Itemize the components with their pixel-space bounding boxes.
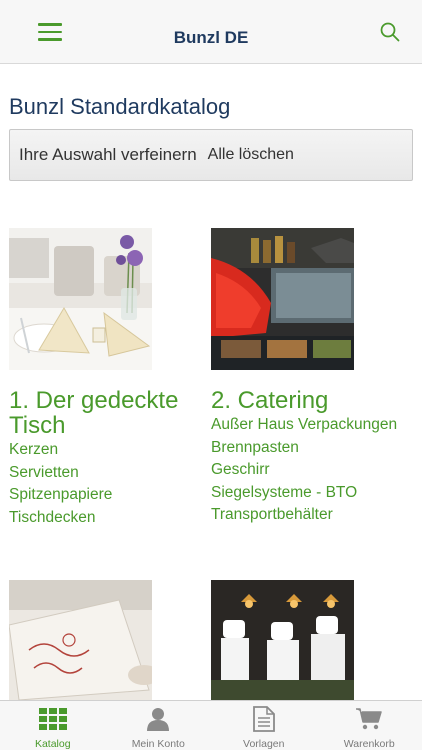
person-icon: [143, 706, 173, 732]
filter-bar[interactable]: Ihre Auswahl verfeinern Alle löschen: [9, 129, 413, 181]
tab-vorlagen[interactable]: Vorlagen: [211, 701, 317, 750]
subcategory-link[interactable]: Geschirr: [211, 459, 411, 482]
grid-icon: [38, 706, 68, 732]
tab-katalog[interactable]: Katalog: [0, 701, 106, 750]
category-image-kitchen[interactable]: [211, 580, 354, 700]
tab-label: Katalog: [34, 738, 71, 750]
category-card-4: [211, 580, 411, 700]
category-image-catering[interactable]: [211, 228, 354, 370]
clear-all-button[interactable]: Alle löschen: [208, 146, 294, 164]
subcategory-link[interactable]: Transportbehälter: [211, 504, 411, 527]
category-title[interactable]: 1. Der gedeckte Tisch: [9, 388, 209, 438]
category-image-table[interactable]: [9, 228, 152, 370]
subcategory-link[interactable]: Siegelsysteme - BTO: [211, 482, 411, 505]
subcategory-list: Außer Haus Verpackungen Brennpasten Gesc…: [211, 414, 411, 527]
filter-label[interactable]: Ihre Auswahl verfeinern: [19, 145, 197, 165]
subcategory-link[interactable]: Spitzenpapiere: [9, 484, 209, 507]
tab-bar: Katalog Mein Konto Vorlagen Warenkorb: [0, 700, 422, 750]
subcategory-link[interactable]: Brennpasten: [211, 437, 411, 460]
tab-label: Warenkorb: [343, 738, 395, 750]
document-icon: [249, 706, 279, 732]
tab-warenkorb[interactable]: Warenkorb: [317, 701, 422, 750]
menu-icon[interactable]: [38, 23, 63, 43]
subcategory-link[interactable]: Kerzen: [9, 439, 209, 462]
tab-mein-konto[interactable]: Mein Konto: [106, 701, 212, 750]
category-card-3: [9, 580, 209, 700]
category-image-menu[interactable]: [9, 580, 152, 700]
subcategory-list: Kerzen Servietten Spitzenpapiere Tischde…: [9, 439, 209, 529]
tab-label: Mein Konto: [131, 738, 185, 750]
subcategory-link[interactable]: Tischdecken: [9, 507, 209, 530]
category-title[interactable]: 2. Catering: [211, 388, 411, 413]
cart-icon: [354, 706, 384, 732]
page-title: Bunzl Standardkatalog: [9, 94, 231, 119]
search-icon[interactable]: [379, 21, 401, 43]
category-card-1: 1. Der gedeckte Tisch Kerzen Servietten …: [9, 228, 209, 529]
app-title: Bunzl DE: [173, 28, 249, 47]
subcategory-link[interactable]: Außer Haus Verpackungen: [211, 414, 411, 437]
subcategory-link[interactable]: Servietten: [9, 462, 209, 485]
category-card-2: 2. Catering Außer Haus Verpackungen Bren…: [211, 228, 411, 527]
tab-label: Vorlagen: [243, 738, 285, 750]
top-bar: Bunzl DE: [0, 0, 422, 64]
